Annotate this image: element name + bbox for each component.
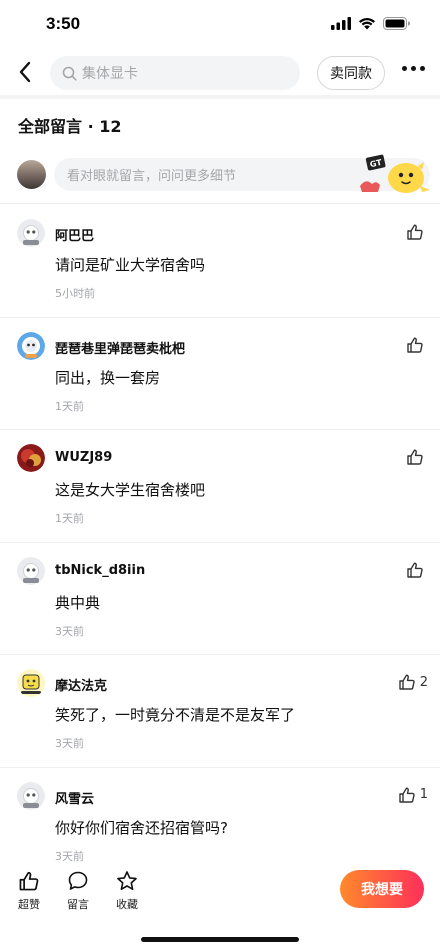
comment-item: WUZJ89 这是女大学生宿舍楼吧 1天前 [0, 430, 440, 543]
status-bar: 3:50 [0, 0, 440, 50]
avatar [17, 160, 46, 189]
like-button[interactable] [406, 336, 428, 354]
signal-icon [331, 17, 351, 30]
like-button[interactable] [406, 223, 428, 241]
comment-item: tbNick_d8iin 典中典 3天前 [0, 543, 440, 656]
chevron-left-icon [19, 61, 31, 83]
comment-username[interactable]: 琵琶巷里弹琵琶卖枇杷 [55, 338, 185, 357]
status-icons [331, 17, 410, 30]
star-icon [117, 871, 137, 890]
back-button[interactable] [12, 58, 38, 86]
thumbs-up-icon [407, 224, 423, 240]
sell-same-button[interactable]: 卖同款 [317, 56, 385, 90]
default-avatar-icon [17, 219, 45, 247]
comment-username[interactable]: 风雪云 [55, 788, 94, 807]
comment-action-button[interactable]: 留言 [58, 870, 98, 912]
comment-list: 阿巴巴 请问是矿业大学宿舍吗 5小时前 琵琶巷里弹琵琶卖枇杷 同出，换一套房 1… [0, 205, 440, 881]
want-button[interactable]: 我想要 [340, 870, 424, 908]
thumbs-up-icon [399, 787, 415, 803]
comments-title: 全部留言 · 12 [18, 117, 122, 136]
thumbs-up-icon [407, 449, 423, 465]
sticker-avatar-icon [17, 669, 45, 698]
status-time: 3:50 [46, 14, 81, 33]
bottom-action-bar: 超赞 留言 收藏 我想要 [0, 862, 440, 952]
search-placeholder: 集体显卡 [82, 66, 138, 82]
thumbs-up-icon [407, 562, 423, 578]
comment-text: 请问是矿业大学宿舍吗 [55, 256, 206, 274]
like-button[interactable]: 1 [398, 786, 428, 804]
top-nav: 集体显卡 卖同款 [0, 52, 440, 94]
home-indicator [141, 937, 299, 942]
comment-text: 你好你们宿舍还招宿管吗? [55, 818, 228, 837]
comment-text: 同出，换一套房 [55, 368, 161, 387]
like-count: 1 [419, 787, 428, 803]
default-avatar-icon [17, 781, 45, 810]
photo-avatar-icon [17, 444, 45, 473]
comment-item: 阿巴巴 请问是矿业大学宿舍吗 5小时前 [0, 205, 440, 318]
like-action-label: 超赞 [18, 898, 40, 911]
comment-username[interactable]: tbNick_d8iin [55, 563, 145, 578]
comment-time: 3天前 [55, 737, 84, 751]
nav-divider [0, 95, 440, 99]
favorite-action-label: 收藏 [116, 898, 138, 911]
avatar[interactable] [17, 669, 45, 698]
avatar[interactable] [17, 331, 45, 360]
comment-input-row: 看对眼就留言，问问更多细节 GT [0, 152, 440, 198]
avatar[interactable] [17, 556, 45, 585]
thumbs-up-icon [399, 674, 415, 691]
comment-username[interactable]: 阿巴巴 [55, 225, 94, 244]
more-options-icon[interactable] [402, 66, 425, 71]
chat-bubble-icon [68, 871, 88, 890]
comment-time: 1天前 [55, 512, 84, 526]
like-button[interactable] [406, 448, 428, 466]
avatar[interactable] [17, 219, 45, 247]
comment-username[interactable]: WUZJ89 [55, 450, 112, 465]
like-button[interactable]: 2 [398, 673, 428, 691]
comment-time: 1天前 [55, 399, 84, 413]
favorite-action-button[interactable]: 收藏 [107, 870, 147, 912]
comment-text: 典中典 [55, 593, 101, 612]
default-avatar-icon [17, 556, 45, 585]
thumbs-up-icon [19, 871, 39, 891]
battery-icon [383, 17, 410, 30]
like-count: 2 [419, 674, 428, 690]
comment-time: 3天前 [55, 624, 84, 638]
comment-username[interactable]: 摩达法克 [55, 675, 107, 694]
header-divider [0, 203, 440, 204]
avatar[interactable] [17, 444, 45, 473]
comment-time: 5小时前 [55, 287, 95, 300]
comment-item: 琵琶巷里弹琵琶卖枇杷 同出，换一套房 1天前 [0, 318, 440, 431]
comment-item: 摩达法克 笑死了，一时竟分不清是不是友军了 3天前 2 [0, 655, 440, 768]
comment-text: 笑死了，一时竟分不清是不是友军了 [55, 706, 296, 725]
comment-action-label: 留言 [67, 898, 89, 911]
like-action-button[interactable]: 超赞 [9, 870, 49, 912]
astronaut-avatar-icon [17, 331, 45, 360]
mascot-icon: GT [360, 154, 430, 193]
search-input[interactable]: 集体显卡 [50, 56, 300, 90]
comment-text: 这是女大学生宿舍楼吧 [55, 481, 206, 500]
search-icon [62, 66, 77, 81]
wifi-icon [359, 17, 375, 30]
avatar[interactable] [17, 781, 45, 810]
like-button[interactable] [406, 561, 428, 579]
thumbs-up-icon [407, 337, 423, 353]
comment-input-placeholder: 看对眼就留言，问问更多细节 [67, 169, 237, 184]
